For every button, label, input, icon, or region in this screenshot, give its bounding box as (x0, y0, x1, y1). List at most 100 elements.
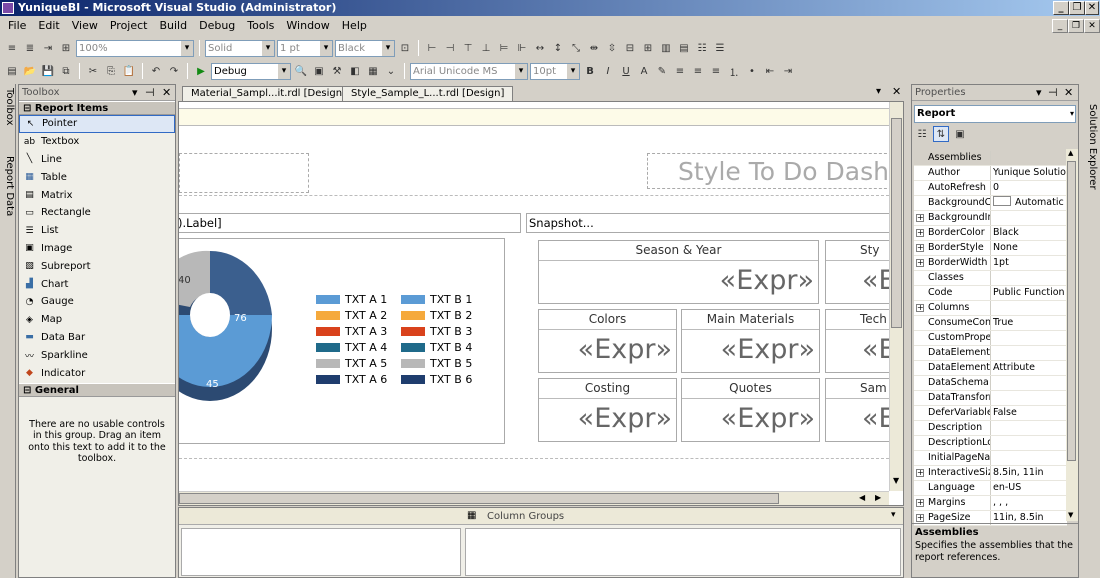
snapshot-header[interactable]: Snapshot... (526, 213, 889, 233)
toolbox-rail-tab[interactable]: Toolbox (1, 88, 15, 126)
group-report-items[interactable]: ⊟ Report Items (19, 101, 175, 115)
property-row[interactable]: DataElementStAttribute (914, 361, 1067, 376)
close-icon[interactable]: ✕ (162, 85, 171, 101)
h-spacing-icon[interactable]: ⇹ (586, 40, 602, 56)
toolbox-item-subreport[interactable]: ▧ Subreport (19, 257, 175, 275)
property-value[interactable] (991, 421, 1067, 435)
paste-icon[interactable]: 📋 (121, 63, 137, 79)
options-icon[interactable]: ⌄ (383, 63, 399, 79)
property-row[interactable]: Description (914, 421, 1067, 436)
property-value[interactable]: Automatic (991, 196, 1067, 210)
property-row[interactable]: + Margins , , , (914, 496, 1067, 511)
dropdown-icon[interactable]: ▾ (132, 85, 138, 101)
close-document-icon[interactable]: ✕ (892, 85, 901, 98)
redo-icon[interactable]: ↷ (166, 63, 182, 79)
properties-icon[interactable]: ⚒ (329, 63, 345, 79)
alphabetical-icon[interactable]: ⇅ (933, 126, 949, 142)
save-all-icon[interactable]: ⧉ (58, 63, 74, 79)
border-style-combo[interactable]: Solid (205, 39, 275, 57)
property-row[interactable]: Classes (914, 271, 1067, 286)
spacing-icon[interactable]: ⊞ (58, 40, 74, 56)
tab-material-sample[interactable]: Material_Sampl...it.rdl [Design] (182, 86, 355, 101)
menu-file[interactable]: File (2, 16, 32, 36)
more-icon[interactable]: ☰ (712, 40, 728, 56)
property-value[interactable] (991, 346, 1067, 360)
property-row[interactable]: Assemblies (914, 151, 1067, 166)
undo-icon[interactable]: ↶ (148, 63, 164, 79)
report-design-surface[interactable]: Style To Do Dash ).Label] 40 76 45 TXT A… (178, 101, 904, 506)
snapshot-cell[interactable]: Colors «Expr» (538, 309, 677, 373)
property-value[interactable]: 0 (991, 181, 1067, 195)
toolbox-item-line[interactable]: ╲ Line (19, 151, 175, 169)
snapshot-cell[interactable]: Costing «Expr» (538, 378, 677, 442)
align-tops-icon[interactable]: ⊥ (478, 40, 494, 56)
property-row[interactable]: + Columns (914, 301, 1067, 316)
align-lefts-icon[interactable]: ⊢ (424, 40, 440, 56)
empty-group-text[interactable]: There are no usable controls in this gro… (19, 397, 175, 465)
font-size-combo[interactable]: 10pt (530, 62, 580, 80)
dropdown-icon[interactable]: ▾ (1036, 85, 1042, 101)
align-middles-icon[interactable]: ⊨ (496, 40, 512, 56)
menu-build[interactable]: Build (153, 16, 193, 36)
property-value[interactable]: 8.5in, 11in (991, 466, 1067, 480)
border-color-combo[interactable]: Black (335, 39, 395, 57)
toolbox-item-sparkline[interactable]: 〰 Sparkline (19, 346, 175, 364)
object-browser-icon[interactable]: ◧ (347, 63, 363, 79)
same-height-icon[interactable]: ↕ (550, 40, 566, 56)
object-selector[interactable]: Report ▾ (914, 105, 1076, 123)
indent-icon[interactable]: ⇥ (40, 40, 56, 56)
increase-indent-icon[interactable]: ⇥ (780, 63, 796, 79)
snapshot-cell[interactable]: Main Materials «Expr» (681, 309, 820, 373)
align-bottoms-icon[interactable]: ⊩ (514, 40, 530, 56)
property-value[interactable] (991, 331, 1067, 345)
logo-textbox[interactable] (179, 153, 309, 193)
center-h-icon[interactable]: ⊟ (622, 40, 638, 56)
toolbox-item-gauge[interactable]: ◔ Gauge (19, 293, 175, 311)
property-row[interactable]: Author Yunique Solution (914, 166, 1067, 181)
borders-icon[interactable]: ⊡ (397, 40, 413, 56)
config-combo[interactable]: Debug (211, 62, 291, 80)
pin-icon[interactable]: ⊣ (145, 85, 155, 101)
copy-icon[interactable]: ⎘ (103, 63, 119, 79)
toolbox-item-textbox[interactable]: ab Textbox (19, 133, 175, 151)
grouping-dropdown-icon[interactable]: ▾ (891, 510, 896, 520)
mdi-close-button[interactable]: ✕ (1084, 19, 1100, 33)
menu-view[interactable]: View (66, 16, 104, 36)
border-width-combo[interactable]: 1 pt (277, 39, 333, 57)
highlight-icon[interactable]: ✎ (654, 63, 670, 79)
menu-window[interactable]: Window (280, 16, 335, 36)
pin-icon[interactable]: ⊣ (1048, 85, 1058, 101)
text-align-center-icon[interactable]: ≡ (690, 63, 706, 79)
property-value[interactable]: , , , (991, 496, 1067, 510)
close-button[interactable]: ✕ (1085, 1, 1099, 15)
property-row[interactable]: DeferVariableEFalse (914, 406, 1067, 421)
property-row[interactable]: BackgroundCol Automatic (914, 196, 1067, 211)
same-width-icon[interactable]: ↔ (532, 40, 548, 56)
open-icon[interactable]: 📂 (22, 63, 38, 79)
bulleted-list-icon[interactable]: • (744, 63, 760, 79)
property-value[interactable] (991, 151, 1067, 165)
scroll-down-icon[interactable]: ▼ (1068, 511, 1073, 519)
format-icon[interactable]: ☷ (694, 40, 710, 56)
chart-panel[interactable]: 40 76 45 TXT A 1 TXT B 1 TXT A 2 TXT B 2 TXT… (179, 238, 505, 444)
text-align-left-icon[interactable]: ≡ (672, 63, 688, 79)
property-value[interactable]: True (991, 316, 1067, 330)
snapshot-cell[interactable]: Sam «E (825, 378, 889, 442)
font-combo[interactable]: Arial Unicode MS (410, 62, 528, 80)
property-value[interactable]: en-US (991, 481, 1067, 495)
align-left-icon[interactable]: ≡ (4, 40, 20, 56)
new-project-icon[interactable]: ▤ (4, 63, 20, 79)
underline-icon[interactable]: U (618, 63, 634, 79)
property-value[interactable] (991, 436, 1067, 450)
bring-front-icon[interactable]: ▥ (658, 40, 674, 56)
property-row[interactable]: InitialPageNam (914, 451, 1067, 466)
toolbox-item-data-bar[interactable]: ▬ Data Bar (19, 329, 175, 347)
vertical-scrollbar[interactable]: ▼ (889, 102, 903, 491)
mdi-restore-button[interactable]: ❐ (1068, 19, 1084, 33)
close-icon[interactable]: ✕ (1064, 85, 1073, 101)
expand-icon[interactable]: + (916, 499, 924, 507)
report-data-rail-tab[interactable]: Report Data (1, 156, 15, 216)
group-general[interactable]: ⊟ General (19, 382, 175, 397)
property-value[interactable] (991, 376, 1067, 390)
property-row[interactable]: + BorderColor Black (914, 226, 1067, 241)
